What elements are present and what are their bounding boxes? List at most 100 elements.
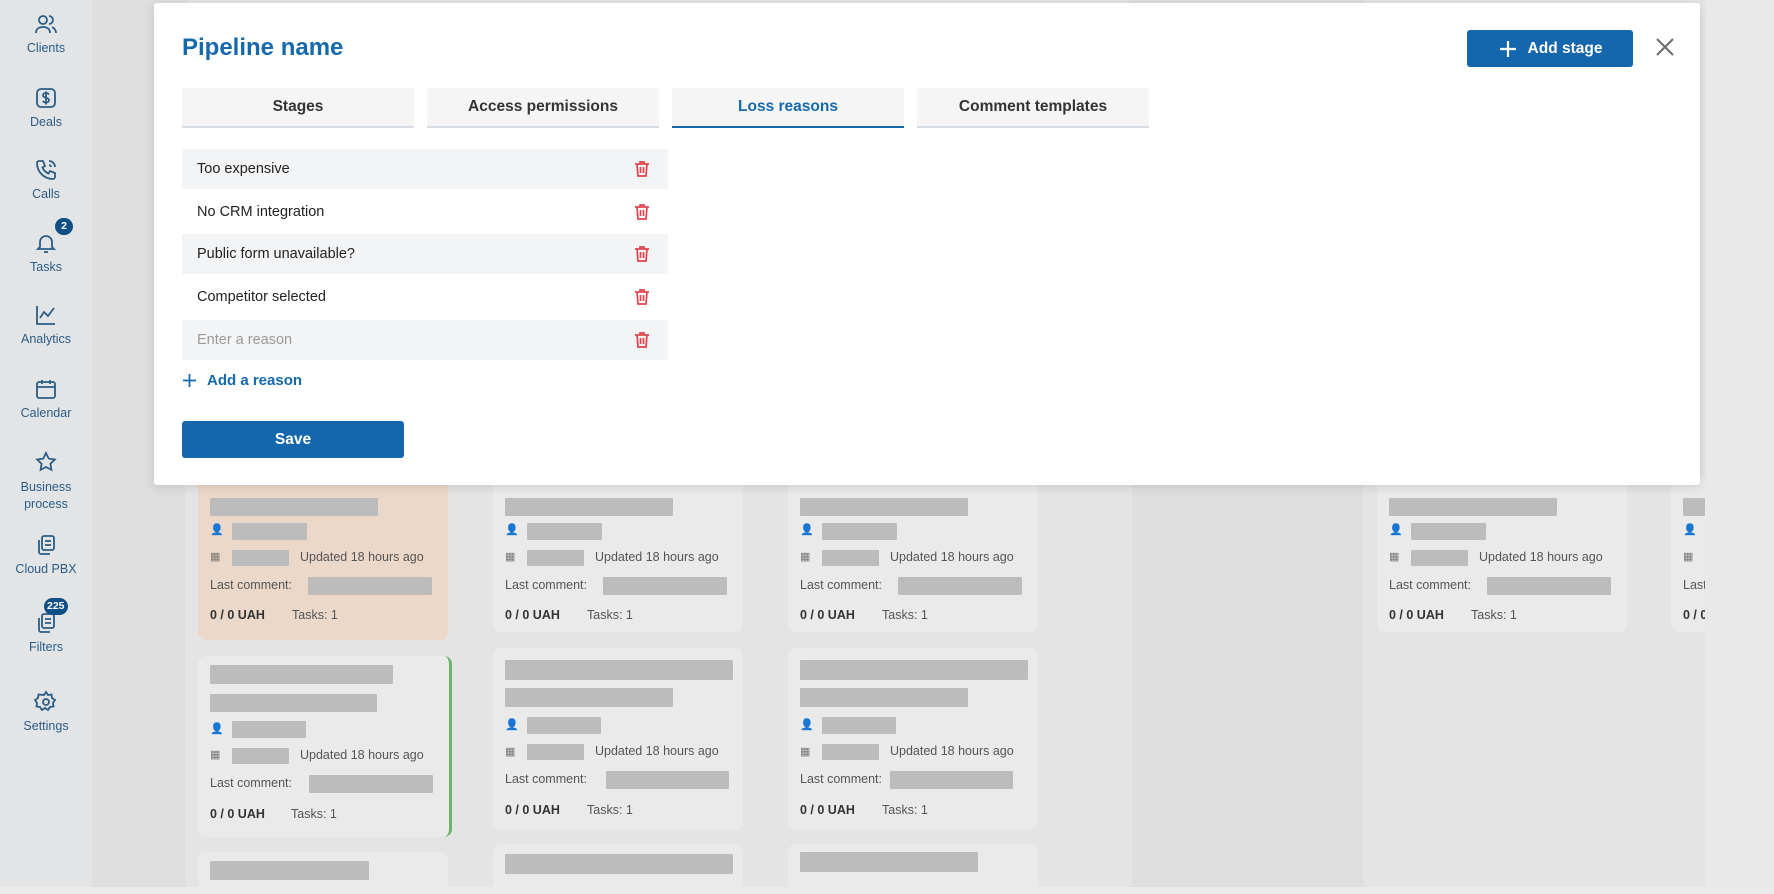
add-reason-button[interactable]: Add a reason bbox=[182, 372, 302, 389]
trash-icon[interactable] bbox=[632, 202, 652, 222]
last-comment-label: Last comment: bbox=[800, 578, 882, 592]
tab-label: Loss reasons bbox=[738, 98, 838, 115]
trash-icon[interactable] bbox=[632, 159, 652, 179]
calendar-icon: ▦ bbox=[800, 746, 811, 758]
sidebar-item-analytics[interactable]: Analytics bbox=[0, 303, 92, 346]
plus-icon bbox=[1499, 40, 1516, 57]
scroll-edge bbox=[1705, 0, 1774, 887]
deal-amount: 0 / 0 UAH bbox=[505, 608, 560, 622]
sidebar-item-calendar[interactable]: Calendar bbox=[0, 377, 92, 420]
reason-input-empty[interactable] bbox=[197, 332, 597, 348]
updated-text: Updated 18 hours ago bbox=[890, 550, 1014, 564]
reason-input[interactable] bbox=[197, 246, 597, 262]
chart-icon bbox=[36, 306, 55, 325]
last-comment-label: Last comment: bbox=[505, 578, 587, 592]
sidebar-item-label: Tasks bbox=[30, 260, 62, 274]
sidebar-item-settings[interactable]: Settings bbox=[0, 690, 92, 733]
tab-stages[interactable]: Stages bbox=[182, 88, 414, 128]
deal-card[interactable]: 👤 ▦ Updated 18 hours ago Last comment: 0… bbox=[493, 648, 743, 830]
last-comment-label: Last bbox=[1683, 578, 1707, 592]
deal-tasks: Tasks: 1 bbox=[291, 807, 337, 821]
trash-icon[interactable] bbox=[632, 287, 652, 307]
pipeline-settings-modal: Pipeline name Add stage Stages Access pe… bbox=[154, 3, 1700, 485]
reason-row bbox=[182, 320, 668, 360]
deal-card[interactable]: 👤 ▦ Updated 18 hours ago Last comment: 0… bbox=[493, 478, 743, 632]
person-icon: 👤 bbox=[505, 719, 519, 731]
reason-row bbox=[182, 149, 668, 189]
add-reason-label: Add a reason bbox=[207, 372, 303, 389]
trash-icon[interactable] bbox=[632, 330, 652, 350]
filters-badge: 225 bbox=[44, 598, 68, 615]
reason-row bbox=[182, 192, 668, 232]
add-stage-button[interactable]: Add stage bbox=[1467, 30, 1633, 67]
reason-row bbox=[182, 277, 668, 317]
updated-text: Updated 18 hours ago bbox=[595, 550, 719, 564]
calendar-icon: ▦ bbox=[800, 551, 811, 563]
sidebar-item-label: Deals bbox=[30, 115, 62, 129]
deal-card[interactable]: 👤 ▦ Updated 18 hours ago Last comment: 0… bbox=[788, 478, 1038, 632]
trash-icon[interactable] bbox=[632, 244, 652, 264]
deal-amount: 0 / 0 UAH bbox=[505, 803, 560, 817]
deal-tasks: Tasks: 1 bbox=[1471, 608, 1517, 622]
deal-amount: 0 / 0 bbox=[1683, 608, 1708, 622]
star-icon bbox=[35, 450, 57, 472]
updated-text: Updated 18 hours ago bbox=[595, 744, 719, 758]
phone-icon bbox=[36, 160, 56, 180]
gear-icon bbox=[34, 690, 57, 712]
sidebar-item-business-process[interactable]: Business process bbox=[0, 450, 92, 513]
person-icon: 👤 bbox=[800, 719, 814, 731]
reason-input[interactable] bbox=[197, 161, 597, 177]
sidebar-item-label: Cloud PBX bbox=[15, 562, 77, 576]
sidebar-item-calls[interactable]: Calls bbox=[0, 158, 92, 201]
last-comment-label: Last comment: bbox=[210, 776, 292, 790]
bell-icon bbox=[35, 235, 57, 253]
person-icon: 👤 bbox=[210, 524, 224, 536]
tab-loss-reasons[interactable]: Loss reasons bbox=[672, 88, 904, 128]
updated-text: Updated 18 hours ago bbox=[890, 744, 1014, 758]
reason-input[interactable] bbox=[197, 204, 597, 220]
deal-amount: 0 / 0 UAH bbox=[210, 608, 265, 622]
save-button[interactable]: Save bbox=[182, 421, 404, 458]
deal-amount: 0 / 0 UAH bbox=[800, 803, 855, 817]
sidebar-item-filters[interactable]: 225 Filters bbox=[0, 598, 92, 654]
reason-row bbox=[182, 234, 668, 274]
deal-tasks: Tasks: 1 bbox=[587, 803, 633, 817]
sidebar-item-label: Settings bbox=[23, 719, 69, 733]
calendar-icon: ▦ bbox=[505, 746, 516, 758]
add-stage-label: Add stage bbox=[1527, 39, 1603, 57]
tab-access-permissions[interactable]: Access permissions bbox=[427, 88, 659, 128]
users-icon bbox=[35, 15, 57, 34]
last-comment-label: Last comment: bbox=[210, 578, 292, 592]
calendar-icon: ▦ bbox=[1389, 551, 1400, 563]
calendar-icon: ▦ bbox=[210, 551, 221, 563]
deal-card[interactable]: 👤 ▦ Updated 18 hours ago Last comment: 0… bbox=[788, 648, 1038, 830]
sidebar-item-label: Clients bbox=[26, 41, 66, 55]
person-icon: 👤 bbox=[210, 723, 224, 735]
deal-tasks: Tasks: 1 bbox=[587, 608, 633, 622]
deal-card[interactable] bbox=[198, 852, 448, 892]
deal-card[interactable]: 👤 ▦ Updated 18 hours ago Last comment: 0… bbox=[198, 656, 452, 837]
sidebar-item-label: Filters bbox=[28, 640, 64, 654]
sidebar-item-tasks[interactable]: 2 Tasks bbox=[0, 218, 92, 274]
calendar-icon bbox=[36, 380, 56, 399]
plus-icon bbox=[183, 374, 196, 387]
sidebar-item-label: Analytics bbox=[20, 332, 72, 346]
tab-comment-templates[interactable]: Comment templates bbox=[917, 88, 1149, 128]
sidebar-item-cloud-pbx[interactable]: Cloud PBX bbox=[0, 533, 92, 576]
deal-amount: 0 / 0 UAH bbox=[210, 807, 265, 821]
tab-label: Access permissions bbox=[468, 98, 618, 115]
sidebar-item-clients[interactable]: Clients bbox=[0, 12, 92, 55]
last-comment-label: Last comment: bbox=[1389, 578, 1471, 592]
person-icon: 👤 bbox=[800, 524, 814, 536]
calendar-icon: ▦ bbox=[1683, 551, 1694, 563]
last-comment-label: Last comment: bbox=[505, 772, 587, 786]
reason-input[interactable] bbox=[197, 289, 597, 305]
tab-label: Stages bbox=[272, 98, 324, 115]
sidebar-item-deals[interactable]: Deals bbox=[0, 86, 92, 129]
deal-card[interactable]: 👤 ▦ Updated 18 hours ago Last comment: 0… bbox=[198, 478, 448, 640]
copy-icon bbox=[38, 535, 55, 555]
last-comment-label: Last comment: bbox=[800, 772, 882, 786]
close-icon[interactable] bbox=[1652, 34, 1678, 60]
dollar-icon bbox=[36, 88, 56, 108]
deal-card[interactable]: 👤 ▦ Updated 18 hours ago Last comment: 0… bbox=[1377, 478, 1627, 632]
